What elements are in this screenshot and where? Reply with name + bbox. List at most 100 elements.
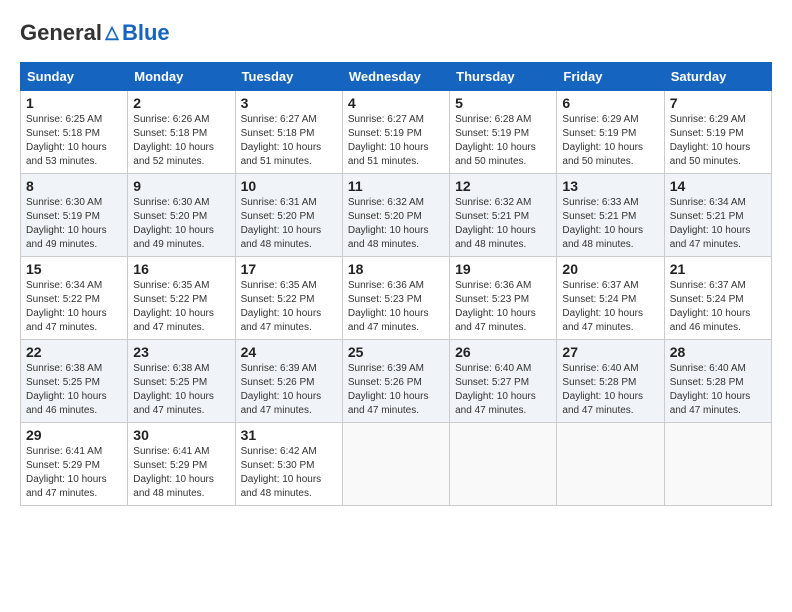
- day-number: 9: [133, 178, 229, 194]
- calendar-week-1: 1 Sunrise: 6:25 AM Sunset: 5:18 PM Daylig…: [21, 91, 772, 174]
- calendar-cell: 22 Sunrise: 6:38 AM Sunset: 5:25 PM Dayli…: [21, 340, 128, 423]
- calendar-cell: 17Sunrise: 6:35 AM Sunset: 5:22 PM Dayli…: [235, 257, 342, 340]
- day-info: Sunrise: 6:27 AM Sunset: 5:19 PM Dayligh…: [348, 113, 444, 169]
- calendar-cell: 14 Sunrise: 6:34 AM Sunset: 5:21 PM Dayli…: [664, 174, 771, 257]
- day-info: Sunrise: 6:37 AM Sunset: 5:24 PM Dayligh…: [670, 279, 766, 335]
- calendar-week-5: 29 Sunrise: 6:41 AM Sunset: 5:29 PM Dayli…: [21, 423, 772, 506]
- calendar-cell: 21 Sunrise: 6:37 AM Sunset: 5:24 PM Dayli…: [664, 257, 771, 340]
- calendar-cell: 15 Sunrise: 6:34 AM Sunset: 5:22 PM Dayli…: [21, 257, 128, 340]
- calendar-cell: 13 Sunrise: 6:33 AM Sunset: 5:21 PM Dayli…: [557, 174, 664, 257]
- page-header: General Blue: [20, 20, 772, 46]
- calendar-cell: [557, 423, 664, 506]
- day-info: Sunrise: 6:32 AM Sunset: 5:20 PM Dayligh…: [348, 196, 444, 252]
- day-number: 24: [241, 344, 337, 360]
- day-info: Sunrise: 6:39 AM Sunset: 5:26 PM Dayligh…: [241, 362, 337, 418]
- calendar-cell: 26 Sunrise: 6:40 AM Sunset: 5:27 PM Dayli…: [450, 340, 557, 423]
- day-info: Sunrise: 6:40 AM Sunset: 5:28 PM Dayligh…: [562, 362, 658, 418]
- calendar-cell: 5 Sunrise: 6:28 AM Sunset: 5:19 PM Daylig…: [450, 91, 557, 174]
- day-number: 28: [670, 344, 766, 360]
- calendar-header-wednesday: Wednesday: [342, 63, 449, 91]
- day-info: Sunrise: 6:28 AM Sunset: 5:19 PM Dayligh…: [455, 113, 551, 169]
- day-number: 26: [455, 344, 551, 360]
- day-number: 12: [455, 178, 551, 194]
- logo-blue-text: Blue: [122, 20, 170, 46]
- calendar-header-monday: Monday: [128, 63, 235, 91]
- calendar-header-tuesday: Tuesday: [235, 63, 342, 91]
- day-info: Sunrise: 6:27 AM Sunset: 5:18 PM Dayligh…: [241, 113, 337, 169]
- day-number: 1: [26, 95, 122, 111]
- calendar-cell: [664, 423, 771, 506]
- calendar-cell: 4 Sunrise: 6:27 AM Sunset: 5:19 PM Daylig…: [342, 91, 449, 174]
- logo-icon: [103, 24, 121, 42]
- calendar-cell: 6 Sunrise: 6:29 AM Sunset: 5:19 PM Daylig…: [557, 91, 664, 174]
- day-info: Sunrise: 6:33 AM Sunset: 5:21 PM Dayligh…: [562, 196, 658, 252]
- day-info: Sunrise: 6:38 AM Sunset: 5:25 PM Dayligh…: [26, 362, 122, 418]
- calendar-cell: 16Sunrise: 6:35 AM Sunset: 5:22 PM Dayli…: [128, 257, 235, 340]
- calendar-cell: 25 Sunrise: 6:39 AM Sunset: 5:26 PM Dayli…: [342, 340, 449, 423]
- logo-general-text: General: [20, 20, 102, 46]
- calendar-cell: 12Sunrise: 6:32 AM Sunset: 5:21 PM Dayli…: [450, 174, 557, 257]
- day-info: Sunrise: 6:35 AM Sunset: 5:22 PM Dayligh…: [133, 279, 229, 335]
- calendar-week-4: 22 Sunrise: 6:38 AM Sunset: 5:25 PM Dayli…: [21, 340, 772, 423]
- calendar-header-saturday: Saturday: [664, 63, 771, 91]
- calendar-cell: 28 Sunrise: 6:40 AM Sunset: 5:28 PM Dayli…: [664, 340, 771, 423]
- day-number: 11: [348, 178, 444, 194]
- day-number: 8: [26, 178, 122, 194]
- day-info: Sunrise: 6:41 AM Sunset: 5:29 PM Dayligh…: [26, 445, 122, 501]
- day-info: Sunrise: 6:34 AM Sunset: 5:21 PM Dayligh…: [670, 196, 766, 252]
- day-info: Sunrise: 6:38 AM Sunset: 5:25 PM Dayligh…: [133, 362, 229, 418]
- day-number: 13: [562, 178, 658, 194]
- calendar-cell: 24 Sunrise: 6:39 AM Sunset: 5:26 PM Dayli…: [235, 340, 342, 423]
- day-info: Sunrise: 6:26 AM Sunset: 5:18 PM Dayligh…: [133, 113, 229, 169]
- day-number: 2: [133, 95, 229, 111]
- day-info: Sunrise: 6:30 AM Sunset: 5:19 PM Dayligh…: [26, 196, 122, 252]
- calendar-cell: 9 Sunrise: 6:30 AM Sunset: 5:20 PM Daylig…: [128, 174, 235, 257]
- day-info: Sunrise: 6:34 AM Sunset: 5:22 PM Dayligh…: [26, 279, 122, 335]
- day-number: 15: [26, 261, 122, 277]
- day-number: 17: [241, 261, 337, 277]
- day-info: Sunrise: 6:42 AM Sunset: 5:30 PM Dayligh…: [241, 445, 337, 501]
- calendar-cell: 31 Sunrise: 6:42 AM Sunset: 5:30 PM Dayli…: [235, 423, 342, 506]
- calendar-header-row: SundayMondayTuesdayWednesdayThursdayFrid…: [21, 63, 772, 91]
- day-info: Sunrise: 6:39 AM Sunset: 5:26 PM Dayligh…: [348, 362, 444, 418]
- day-info: Sunrise: 6:41 AM Sunset: 5:29 PM Dayligh…: [133, 445, 229, 501]
- calendar-cell: [342, 423, 449, 506]
- day-info: Sunrise: 6:36 AM Sunset: 5:23 PM Dayligh…: [348, 279, 444, 335]
- day-number: 31: [241, 427, 337, 443]
- calendar-cell: 23 Sunrise: 6:38 AM Sunset: 5:25 PM Dayli…: [128, 340, 235, 423]
- calendar-header-thursday: Thursday: [450, 63, 557, 91]
- day-number: 29: [26, 427, 122, 443]
- day-number: 22: [26, 344, 122, 360]
- day-number: 18: [348, 261, 444, 277]
- day-number: 27: [562, 344, 658, 360]
- day-info: Sunrise: 6:36 AM Sunset: 5:23 PM Dayligh…: [455, 279, 551, 335]
- day-number: 6: [562, 95, 658, 111]
- calendar-header-friday: Friday: [557, 63, 664, 91]
- day-info: Sunrise: 6:29 AM Sunset: 5:19 PM Dayligh…: [562, 113, 658, 169]
- calendar-cell: 11 Sunrise: 6:32 AM Sunset: 5:20 PM Dayli…: [342, 174, 449, 257]
- calendar-cell: 3Sunrise: 6:27 AM Sunset: 5:18 PM Daylig…: [235, 91, 342, 174]
- calendar-cell: 1 Sunrise: 6:25 AM Sunset: 5:18 PM Daylig…: [21, 91, 128, 174]
- day-number: 23: [133, 344, 229, 360]
- calendar-cell: 10 Sunrise: 6:31 AM Sunset: 5:20 PM Dayli…: [235, 174, 342, 257]
- day-number: 21: [670, 261, 766, 277]
- calendar-week-3: 15 Sunrise: 6:34 AM Sunset: 5:22 PM Dayli…: [21, 257, 772, 340]
- calendar-cell: 2 Sunrise: 6:26 AM Sunset: 5:18 PM Daylig…: [128, 91, 235, 174]
- day-number: 14: [670, 178, 766, 194]
- calendar-cell: 8 Sunrise: 6:30 AM Sunset: 5:19 PM Daylig…: [21, 174, 128, 257]
- day-number: 5: [455, 95, 551, 111]
- day-info: Sunrise: 6:37 AM Sunset: 5:24 PM Dayligh…: [562, 279, 658, 335]
- day-info: Sunrise: 6:40 AM Sunset: 5:28 PM Dayligh…: [670, 362, 766, 418]
- day-number: 20: [562, 261, 658, 277]
- day-info: Sunrise: 6:40 AM Sunset: 5:27 PM Dayligh…: [455, 362, 551, 418]
- calendar-header-sunday: Sunday: [21, 63, 128, 91]
- day-number: 4: [348, 95, 444, 111]
- calendar-cell: [450, 423, 557, 506]
- day-number: 10: [241, 178, 337, 194]
- day-info: Sunrise: 6:31 AM Sunset: 5:20 PM Dayligh…: [241, 196, 337, 252]
- calendar-week-2: 8 Sunrise: 6:30 AM Sunset: 5:19 PM Daylig…: [21, 174, 772, 257]
- day-info: Sunrise: 6:30 AM Sunset: 5:20 PM Dayligh…: [133, 196, 229, 252]
- calendar-cell: 7Sunrise: 6:29 AM Sunset: 5:19 PM Daylig…: [664, 91, 771, 174]
- day-info: Sunrise: 6:25 AM Sunset: 5:18 PM Dayligh…: [26, 113, 122, 169]
- day-number: 25: [348, 344, 444, 360]
